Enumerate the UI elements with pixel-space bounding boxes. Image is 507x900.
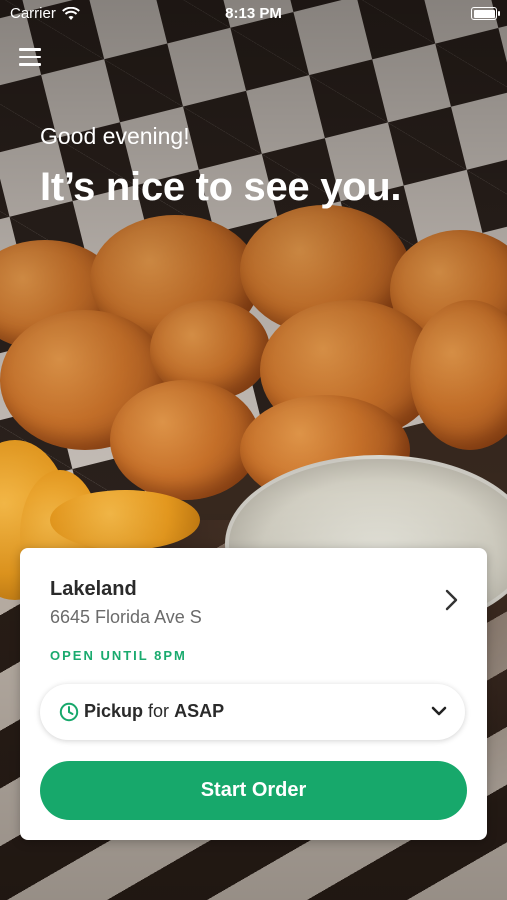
clock-icon [59, 702, 79, 722]
status-time: 8:13 PM [225, 5, 282, 22]
greeting-text: Good evening! [40, 123, 190, 149]
headline-text: It’s nice to see you. [40, 165, 402, 209]
order-time: ASAP [174, 701, 225, 721]
location-card: Lakeland 6645 Florida Ave S OPEN UNTIL 8… [20, 548, 487, 840]
order-mode-label: Pickup for ASAP [84, 701, 224, 722]
location-address[interactable]: 6645 Florida Ave S [50, 607, 202, 628]
status-bar: Carrier 8:13 PM [0, 0, 507, 28]
location-name[interactable]: Lakeland [50, 578, 137, 601]
order-mode-connector: for [148, 701, 170, 721]
chevron-down-icon [431, 706, 447, 716]
chevron-right-icon[interactable] [440, 588, 462, 612]
start-order-button[interactable]: Start Order [40, 761, 467, 820]
battery-icon [471, 7, 500, 20]
order-mode-selector[interactable]: Pickup for ASAP [40, 684, 465, 740]
order-mode: Pickup [84, 701, 144, 721]
hours-status: OPEN UNTIL 8PM [50, 648, 187, 663]
menu-icon[interactable] [19, 48, 41, 68]
